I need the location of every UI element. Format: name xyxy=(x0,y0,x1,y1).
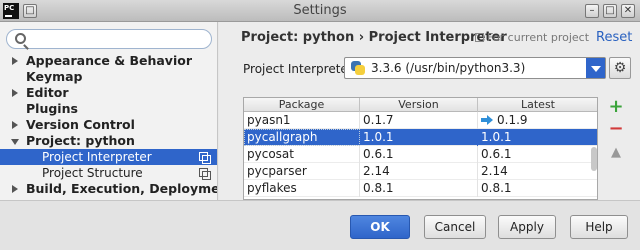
package-version: 0.8.1 xyxy=(360,180,478,197)
settings-sidebar: Appearance & Behavior Keymap Editor Plug… xyxy=(0,22,218,200)
table-row[interactable]: pycallgraph 1.0.1 1.0.1 xyxy=(244,129,597,146)
table-header: Package Version Latest xyxy=(244,98,597,112)
maximize-button[interactable]: □ xyxy=(603,4,617,18)
sidebar-item-appearance[interactable]: Appearance & Behavior xyxy=(0,53,217,69)
sidebar-item-project[interactable]: Project: python xyxy=(0,133,217,149)
sidebar-item-label: Appearance & Behavior xyxy=(26,53,192,68)
upgrade-arrow-icon xyxy=(481,115,493,125)
table-row[interactable]: pycosat 0.6.1 0.6.1 xyxy=(244,146,597,163)
package-version: 0.6.1 xyxy=(360,146,478,163)
package-name: pycallgraph xyxy=(244,129,360,146)
remove-package-icon[interactable]: − xyxy=(604,119,628,139)
python-icon xyxy=(351,61,365,75)
column-header-version[interactable]: Version xyxy=(360,98,478,112)
table-row[interactable]: pycparser 2.14 2.14 xyxy=(244,163,597,180)
sidebar-item-editor[interactable]: Editor xyxy=(0,85,217,101)
chevron-down-icon[interactable] xyxy=(586,58,605,78)
project-scope-icon xyxy=(199,152,211,164)
project-scope-icon xyxy=(475,33,484,42)
sidebar-item-label: Build, Execution, Deployment xyxy=(26,181,218,196)
sidebar-item-version-control[interactable]: Version Control xyxy=(0,117,217,133)
package-name: pycparser xyxy=(244,163,360,180)
package-latest: 0.8.1 xyxy=(478,180,597,197)
sidebar-item-keymap[interactable]: Keymap xyxy=(0,69,217,85)
cancel-button[interactable]: Cancel xyxy=(424,215,486,239)
reset-link[interactable]: Reset xyxy=(596,30,632,45)
gear-icon[interactable]: ⚙ xyxy=(609,57,631,79)
sidebar-item-label: Project: python xyxy=(26,133,135,148)
for-current-project-label: For current project xyxy=(487,31,590,44)
title-bar: PC □ Settings – □ ✕ xyxy=(0,0,640,22)
column-header-package[interactable]: Package xyxy=(244,98,360,112)
scrollbar-thumb[interactable] xyxy=(591,147,597,171)
ok-button[interactable]: OK xyxy=(350,215,410,239)
package-latest: 0.1.9 xyxy=(478,112,597,129)
sidebar-item-label: Version Control xyxy=(26,117,135,132)
close-button[interactable]: ✕ xyxy=(621,4,635,18)
upgrade-package-icon[interactable]: ▲ xyxy=(604,143,628,163)
package-name: pyflakes xyxy=(244,180,360,197)
sidebar-item-label: Keymap xyxy=(26,69,83,84)
sidebar-item-project-structure[interactable]: Project Structure xyxy=(0,165,217,181)
table-row[interactable]: pyflakes 0.8.1 0.8.1 xyxy=(244,180,597,197)
settings-search[interactable] xyxy=(6,29,212,49)
package-version: 1.0.1 xyxy=(360,129,478,146)
minimize-button[interactable]: – xyxy=(585,4,599,18)
interpreter-value: 3.3.6 (/usr/bin/python3.3) xyxy=(371,61,526,75)
packages-table: Package Version Latest pyasn1 0.1.7 0.1.… xyxy=(243,97,598,200)
expand-arrow-icon[interactable] xyxy=(12,121,18,129)
package-latest: 0.6.1 xyxy=(478,146,597,163)
table-scrollbar[interactable] xyxy=(590,112,598,198)
table-body: pyasn1 0.1.7 0.1.9 pycallgraph 1.0.1 1.0… xyxy=(244,112,597,197)
for-current-project-note: For current project xyxy=(475,31,589,44)
package-version: 2.14 xyxy=(360,163,478,180)
collapse-arrow-icon[interactable] xyxy=(11,139,19,145)
expand-arrow-icon[interactable] xyxy=(12,89,18,97)
search-input[interactable] xyxy=(33,32,203,46)
sidebar-item-plugins[interactable]: Plugins xyxy=(0,101,217,117)
sidebar-item-project-interpreter[interactable]: Project Interpreter xyxy=(0,149,217,165)
sidebar-item-label: Plugins xyxy=(26,101,78,116)
interpreter-label: Project Interpreter: xyxy=(243,62,357,76)
column-header-latest[interactable]: Latest xyxy=(478,98,597,112)
table-row[interactable]: pyasn1 0.1.7 0.1.9 xyxy=(244,112,597,129)
package-latest: 2.14 xyxy=(478,163,597,180)
sidebar-item-label: Editor xyxy=(26,85,69,100)
interpreter-dropdown[interactable]: 3.3.6 (/usr/bin/python3.3) xyxy=(344,57,606,79)
expand-arrow-icon[interactable] xyxy=(12,185,18,193)
package-latest-value: 0.1.9 xyxy=(497,113,528,127)
package-name: pycosat xyxy=(244,146,360,163)
settings-tree: Appearance & Behavior Keymap Editor Plug… xyxy=(0,53,218,197)
search-icon xyxy=(15,33,26,44)
add-package-icon[interactable]: + xyxy=(604,97,628,117)
help-button[interactable]: Help xyxy=(570,215,628,239)
apply-button[interactable]: Apply xyxy=(498,215,556,239)
package-latest: 1.0.1 xyxy=(478,129,597,146)
project-scope-icon xyxy=(199,168,211,180)
package-toolbar: + − ▲ xyxy=(604,97,630,200)
window-title: Settings xyxy=(293,3,347,18)
expand-arrow-icon[interactable] xyxy=(12,57,18,65)
sidebar-item-build[interactable]: Build, Execution, Deployment xyxy=(0,181,218,197)
sidebar-item-label: Project Interpreter xyxy=(42,150,152,164)
package-version: 0.1.7 xyxy=(360,112,478,129)
sidebar-item-label: Project Structure xyxy=(42,166,143,180)
settings-content: Project: python › Project Interpreter Fo… xyxy=(219,22,640,200)
package-name: pyasn1 xyxy=(244,112,360,129)
breadcrumb: Project: python › Project Interpreter xyxy=(241,30,507,45)
dialog-footer: OK Cancel Apply Help xyxy=(0,200,640,250)
